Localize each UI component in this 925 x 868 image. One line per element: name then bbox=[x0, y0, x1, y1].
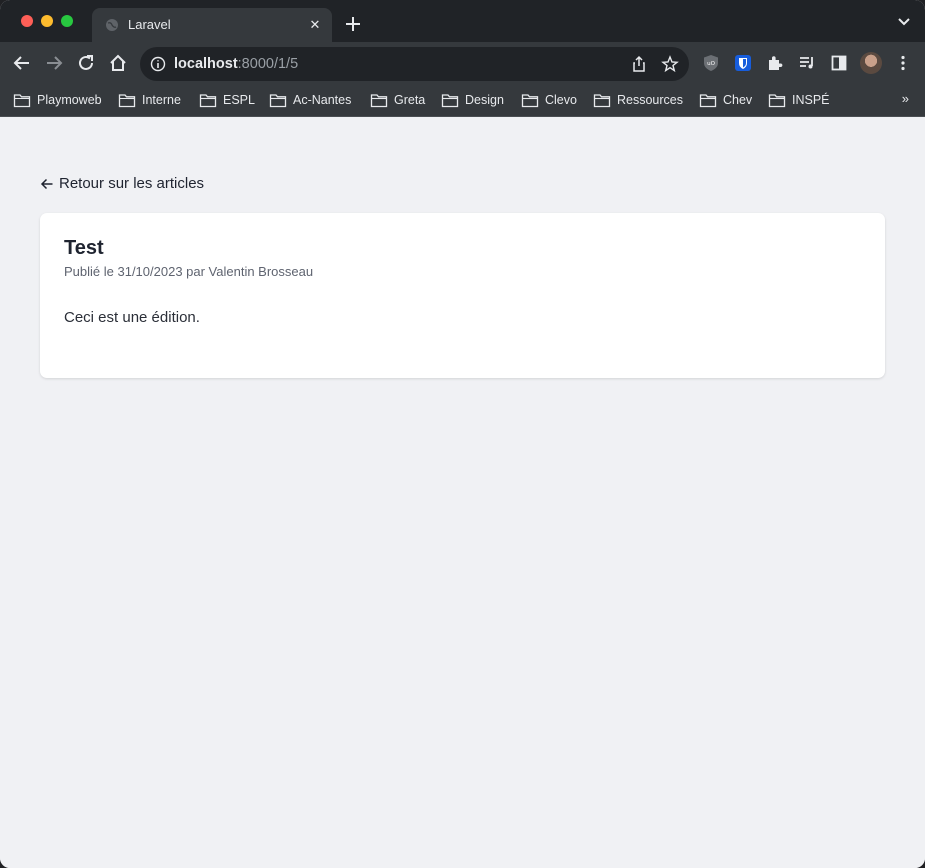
back-to-articles-link[interactable]: Retour sur les articles bbox=[40, 175, 204, 192]
folder-icon bbox=[269, 93, 287, 107]
folder-icon bbox=[13, 93, 31, 107]
bookmark-label: Greta bbox=[394, 93, 426, 107]
folder-icon bbox=[593, 93, 611, 107]
article-meta: Publié le 31/10/2023 par Valentin Brosse… bbox=[64, 264, 314, 279]
side-panel-icon[interactable] bbox=[830, 54, 848, 72]
ublock-shield-icon[interactable]: uO bbox=[702, 54, 720, 72]
bookmark-folder-interne[interactable]: Interne bbox=[118, 90, 181, 110]
url-host: localhost bbox=[174, 56, 238, 72]
profile-avatar[interactable] bbox=[860, 52, 882, 74]
folder-icon bbox=[441, 93, 459, 107]
back-link-label: Retour sur les articles bbox=[59, 175, 205, 192]
folder-icon bbox=[699, 93, 717, 107]
folder-icon bbox=[199, 93, 217, 107]
info-icon[interactable] bbox=[150, 56, 166, 72]
browser-toolbar: localhost:8000/1/5 uO bbox=[0, 42, 925, 84]
bookmark-folder-chev[interactable]: Chev bbox=[699, 90, 752, 110]
tab-laravel[interactable]: Laravel ✕ bbox=[92, 8, 332, 42]
folder-icon bbox=[370, 93, 388, 107]
chevron-down-icon[interactable] bbox=[897, 17, 911, 27]
new-tab-icon[interactable] bbox=[343, 14, 363, 34]
folder-icon bbox=[118, 93, 136, 107]
bookmark-label: Playmoweb bbox=[37, 93, 102, 107]
close-window-button[interactable] bbox=[21, 15, 33, 27]
svg-text:uO: uO bbox=[707, 61, 715, 67]
minimize-window-button[interactable] bbox=[41, 15, 53, 27]
globe-icon bbox=[106, 19, 118, 31]
tab-title: Laravel bbox=[128, 17, 171, 32]
maximize-window-button[interactable] bbox=[61, 15, 73, 27]
bookmarks-bar: Playmoweb Interne ESPL Ac-Nantes Greta D… bbox=[0, 84, 925, 117]
media-queue-icon[interactable] bbox=[798, 54, 816, 72]
url-text[interactable]: localhost:8000/1/5 bbox=[174, 56, 298, 72]
more-menu-icon[interactable] bbox=[894, 54, 912, 72]
folder-icon bbox=[768, 93, 786, 107]
reload-icon[interactable] bbox=[76, 53, 96, 73]
bookmark-folder-playmoweb[interactable]: Playmoweb bbox=[13, 90, 102, 110]
folder-icon bbox=[521, 93, 539, 107]
browser-window: Laravel ✕ localhost:8000/1/5 uO Playmowe… bbox=[0, 0, 925, 868]
back-arrow-icon[interactable] bbox=[12, 53, 32, 73]
bitwarden-shield-icon[interactable] bbox=[734, 54, 752, 72]
home-icon[interactable] bbox=[108, 53, 128, 73]
article-card: Test Publié le 31/10/2023 par Valentin B… bbox=[40, 213, 885, 378]
bookmark-folder-inspe[interactable]: INSPÉ bbox=[768, 90, 830, 110]
article-title: Test bbox=[64, 237, 104, 259]
bookmark-label: INSPÉ bbox=[792, 93, 830, 107]
bookmark-folder-espl[interactable]: ESPL bbox=[199, 90, 255, 110]
forward-arrow-icon[interactable] bbox=[44, 53, 64, 73]
bookmark-folder-design[interactable]: Design bbox=[441, 90, 504, 110]
bookmark-label: Ressources bbox=[617, 93, 683, 107]
puzzle-extensions-icon[interactable] bbox=[766, 54, 784, 72]
arrow-left-icon bbox=[40, 178, 53, 189]
bookmark-label: Clevo bbox=[545, 93, 577, 107]
url-path: :8000/1/5 bbox=[237, 56, 299, 72]
article-body: Ceci est une édition. bbox=[64, 309, 200, 326]
bookmark-label: Chev bbox=[723, 93, 753, 107]
star-icon[interactable] bbox=[661, 55, 679, 73]
bookmark-folder-greta[interactable]: Greta bbox=[370, 90, 425, 110]
bookmarks-overflow-button[interactable]: » bbox=[902, 91, 909, 106]
bookmark-label: Ac-Nantes bbox=[293, 93, 352, 107]
bookmark-folder-ac-nantes[interactable]: Ac-Nantes bbox=[269, 90, 351, 110]
address-bar[interactable]: localhost:8000/1/5 bbox=[140, 47, 689, 81]
tab-close-button[interactable]: ✕ bbox=[307, 17, 323, 33]
bookmark-folder-ressources[interactable]: Ressources bbox=[593, 90, 683, 110]
page-content: Retour sur les articles Test Publié le 3… bbox=[0, 117, 925, 868]
bookmark-folder-clevo[interactable]: Clevo bbox=[521, 90, 577, 110]
share-icon[interactable] bbox=[630, 55, 648, 73]
bookmark-label: Interne bbox=[142, 93, 181, 107]
bookmark-label: ESPL bbox=[223, 93, 255, 107]
bookmark-label: Design bbox=[465, 93, 504, 107]
tab-strip: Laravel ✕ bbox=[0, 0, 925, 42]
